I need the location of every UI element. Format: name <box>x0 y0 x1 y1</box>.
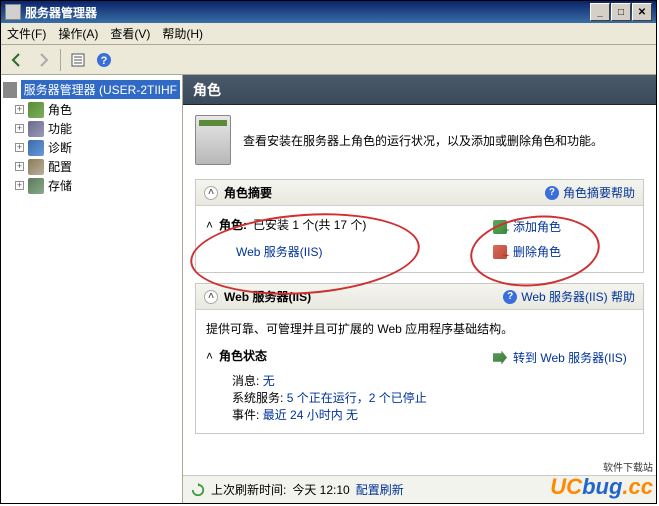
delete-role-icon <box>493 245 507 259</box>
storage-icon <box>28 178 44 194</box>
titlebar: 服务器管理器 _ □ ✕ <box>1 1 656 23</box>
server-graphic-icon <box>195 115 231 165</box>
status-time: 今天 12:10 <box>292 481 349 498</box>
diagnostics-icon <box>28 140 44 156</box>
properties-button[interactable] <box>66 48 90 72</box>
panel-header: ˄ 角色摘要 ? 角色摘要帮助 <box>196 180 643 206</box>
services-row: 系统服务: 5 个正在运行，2 个已停止 <box>232 389 463 406</box>
toolbar: ? <box>1 45 656 75</box>
iis-role-link[interactable]: Web 服务器(IIS) <box>236 243 322 260</box>
expand-icon[interactable]: + <box>15 162 24 171</box>
features-icon <box>28 121 44 137</box>
close-button[interactable]: ✕ <box>632 3 652 21</box>
minimize-button[interactable]: _ <box>590 3 610 21</box>
collapse-icon[interactable]: ˄ <box>206 218 213 232</box>
help-icon: ? <box>503 290 517 304</box>
window-title: 服务器管理器 <box>25 4 590 21</box>
intro-text: 查看安装在服务器上角色的运行状况，以及添加或删除角色和功能。 <box>243 132 603 149</box>
help-button[interactable]: ? <box>92 48 116 72</box>
summary-actions: 添加角色 删除角色 <box>493 214 633 264</box>
panel-title: 角色摘要 <box>224 184 272 201</box>
panel-title: Web 服务器(IIS) <box>224 288 311 305</box>
collapse-icon[interactable]: ˄ <box>204 186 218 200</box>
tree-item-features[interactable]: + 功能 <box>3 119 180 138</box>
tree-item-label: 功能 <box>48 120 72 137</box>
main-body: 服务器管理器 (USER-2TIIHF + 角色 + 功能 + 诊断 + 配置 <box>1 75 656 503</box>
roles-icon <box>28 102 44 118</box>
menu-help[interactable]: 帮助(H) <box>162 25 203 42</box>
nav-tree: 服务器管理器 (USER-2TIIHF + 角色 + 功能 + 诊断 + 配置 <box>1 75 183 503</box>
role-summary-panel: ˄ 角色摘要 ? 角色摘要帮助 ˄ 角色: 已 <box>195 179 644 273</box>
panel-body: ˄ 角色: 已安装 1 个(共 17 个) Web 服务器(IIS) <box>196 206 643 272</box>
panel-body: 提供可靠、可管理并且可扩展的 Web 应用程序基础结构。 ˄ 角色状态 消息: <box>196 310 643 433</box>
help-link-text: 角色摘要帮助 <box>563 184 635 201</box>
refresh-icon <box>191 483 205 497</box>
menu-action[interactable]: 操作(A) <box>58 25 98 42</box>
panel-header: ˄ Web 服务器(IIS) ? Web 服务器(IIS) 帮助 <box>196 284 643 310</box>
messages-row: 消息: 无 <box>232 372 463 389</box>
summary-left: ˄ 角色: 已安装 1 个(共 17 个) Web 服务器(IIS) <box>206 214 463 264</box>
toolbar-separator <box>60 49 61 71</box>
iis-description: 提供可靠、可管理并且可扩展的 Web 应用程序基础结构。 <box>206 318 633 345</box>
window-controls: _ □ ✕ <box>590 3 652 21</box>
delete-role-link[interactable]: 删除角色 <box>513 243 561 260</box>
expand-icon[interactable]: + <box>15 105 24 114</box>
role-summary-help-link[interactable]: ? 角色摘要帮助 <box>545 184 635 201</box>
roles-value: 已安装 1 个(共 17 个) <box>253 216 366 233</box>
forward-button[interactable] <box>31 48 55 72</box>
back-button[interactable] <box>5 48 29 72</box>
app-window: 服务器管理器 _ □ ✕ 文件(F) 操作(A) 查看(V) 帮助(H) ? 服… <box>0 0 657 504</box>
expand-icon[interactable]: + <box>15 181 24 190</box>
tree-item-label: 配置 <box>48 158 72 175</box>
tree-item-storage[interactable]: + 存储 <box>3 176 180 195</box>
status-title: 角色状态 <box>219 347 267 364</box>
tree-root[interactable]: 服务器管理器 (USER-2TIIHF <box>3 79 180 100</box>
tree-item-diagnostics[interactable]: + 诊断 <box>3 138 180 157</box>
help-icon: ? <box>545 186 559 200</box>
maximize-button[interactable]: □ <box>611 3 631 21</box>
help-link-text: Web 服务器(IIS) 帮助 <box>521 288 635 305</box>
status-prefix: 上次刷新时间: <box>211 481 286 498</box>
add-role-icon <box>493 220 507 234</box>
collapse-icon[interactable]: ˄ <box>204 290 218 304</box>
intro-row: 查看安装在服务器上角色的运行状况，以及添加或删除角色和功能。 <box>195 115 644 165</box>
config-icon <box>28 159 44 175</box>
tree-root-label: 服务器管理器 (USER-2TIIHF <box>21 80 180 99</box>
menu-view[interactable]: 查看(V) <box>110 25 150 42</box>
iis-help-link[interactable]: ? Web 服务器(IIS) 帮助 <box>503 288 635 305</box>
app-icon <box>5 4 21 20</box>
content-pane: 角色 查看安装在服务器上角色的运行状况，以及添加或删除角色和功能。 ˄ 角色摘要… <box>183 75 656 503</box>
menubar: 文件(F) 操作(A) 查看(V) 帮助(H) <box>1 23 656 45</box>
expand-icon[interactable]: + <box>15 143 24 152</box>
tree-item-config[interactable]: + 配置 <box>3 157 180 176</box>
server-icon <box>3 82 17 98</box>
tree-item-label: 存储 <box>48 177 72 194</box>
menu-file[interactable]: 文件(F) <box>7 25 46 42</box>
add-role-link[interactable]: 添加角色 <box>513 218 561 235</box>
tree-item-label: 角色 <box>48 101 72 118</box>
svg-text:?: ? <box>101 55 108 67</box>
statusbar: 上次刷新时间: 今天 12:10 配置刷新 <box>183 475 656 503</box>
collapse-icon[interactable]: ˄ <box>206 349 213 363</box>
config-refresh-link[interactable]: 配置刷新 <box>356 481 404 498</box>
tree-item-label: 诊断 <box>48 139 72 156</box>
content-body: 查看安装在服务器上角色的运行状况，以及添加或删除角色和功能。 ˄ 角色摘要 ? … <box>183 105 656 475</box>
events-row: 事件: 最近 24 小时内 无 <box>232 406 463 423</box>
goto-iis-link[interactable]: 转到 Web 服务器(IIS) <box>513 349 627 366</box>
roles-label: 角色: <box>219 216 247 233</box>
expand-icon[interactable]: + <box>15 124 24 133</box>
content-header: 角色 <box>183 75 656 105</box>
goto-icon <box>493 351 507 365</box>
roles-count-row: ˄ 角色: 已安装 1 个(共 17 个) <box>206 214 463 239</box>
iis-panel: ˄ Web 服务器(IIS) ? Web 服务器(IIS) 帮助 提供可靠、可管… <box>195 283 644 434</box>
tree-item-roles[interactable]: + 角色 <box>3 100 180 119</box>
